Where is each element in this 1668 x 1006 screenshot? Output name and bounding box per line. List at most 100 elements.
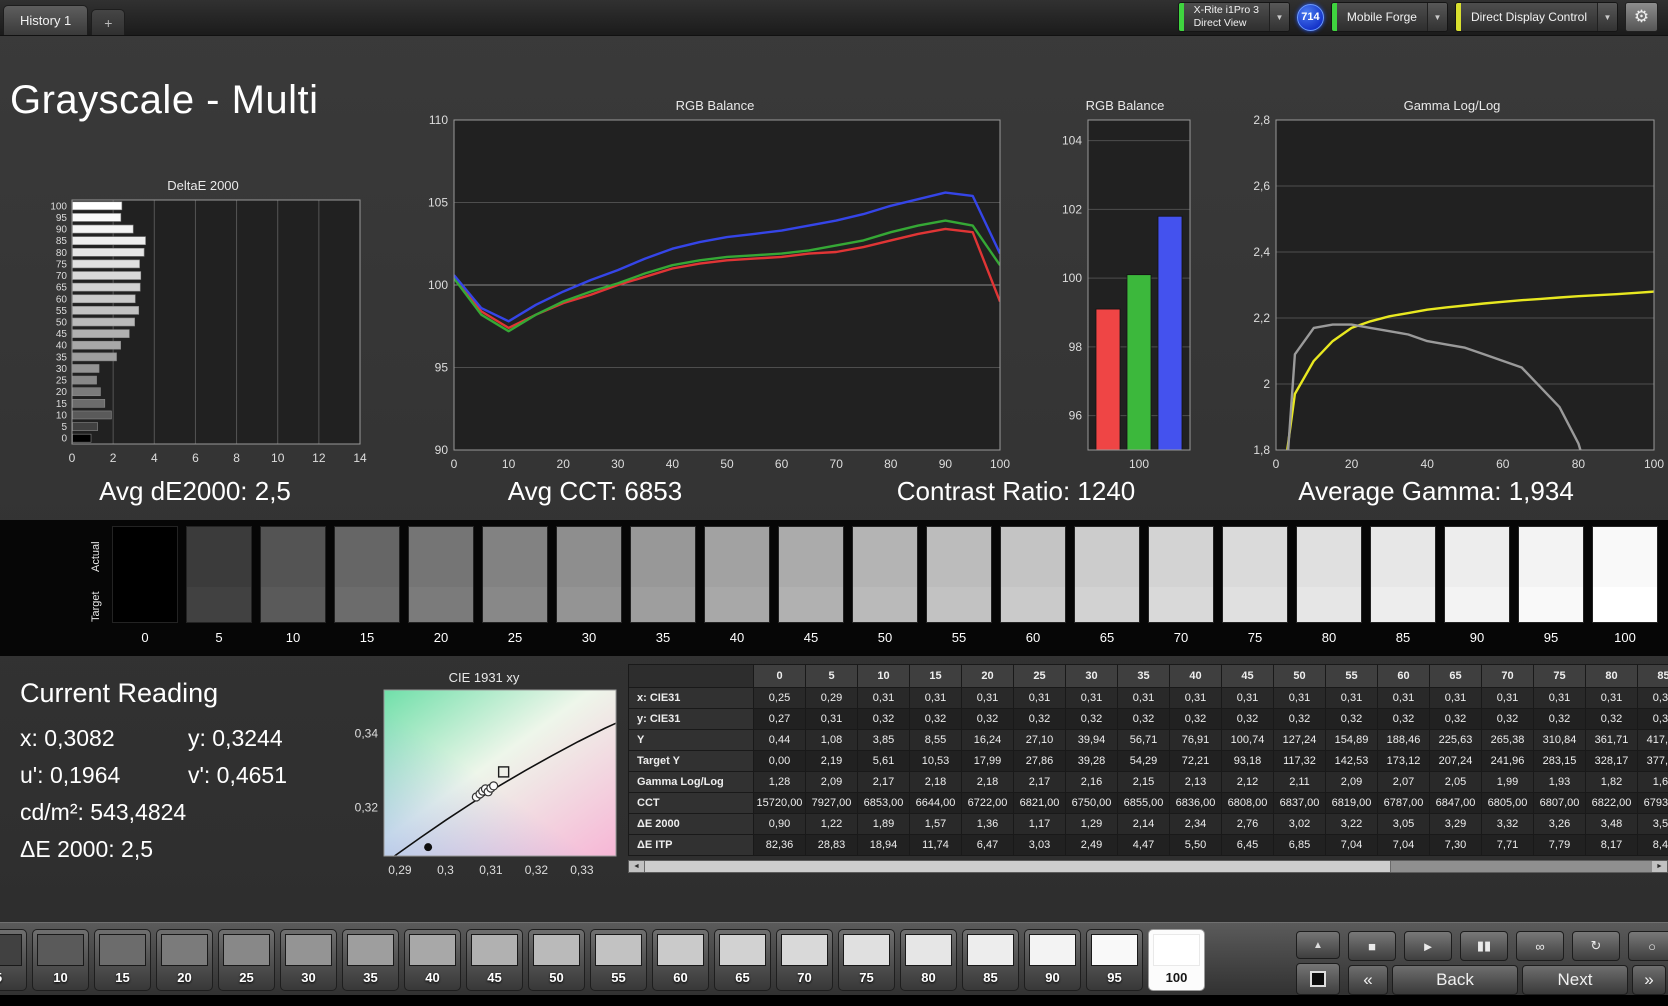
scroll-left-button[interactable]: ◄ (629, 861, 644, 872)
cell: 6853,00 (857, 792, 910, 814)
cell: 3,05 (1377, 813, 1430, 835)
swatch-target-5 (187, 587, 251, 622)
stop-button[interactable]: ■ (1348, 931, 1396, 961)
display-dropdown[interactable]: ▼ (1597, 3, 1617, 31)
cell: 5,50 (1169, 834, 1222, 856)
table-horizontal-scrollbar[interactable]: ◄ ► (628, 860, 1668, 873)
level-button-95[interactable]: 95 (1086, 929, 1143, 991)
scroll-left-icon: ◄ (633, 863, 640, 870)
level-button-55[interactable]: 55 (590, 929, 647, 991)
cell: 310,84 (1533, 729, 1586, 751)
cell: 2,12 (1221, 771, 1274, 793)
continuous-button[interactable]: ∞ (1516, 931, 1564, 961)
svg-text:20: 20 (1345, 457, 1359, 471)
stat-contrast-ratio: Contrast Ratio: 1240 (896, 476, 1136, 506)
level-label: 100 (1165, 970, 1188, 985)
cell: 2,16 (1065, 771, 1118, 793)
source-dropdown[interactable]: ▼ (1426, 3, 1447, 31)
level-button-20[interactable]: 20 (156, 929, 213, 991)
settings-button[interactable]: ⚙ (1625, 2, 1658, 32)
cell: 0,32 (909, 708, 962, 730)
source-selector[interactable]: Mobile Forge ▼ (1330, 2, 1448, 32)
cell: 6,47 (961, 834, 1014, 856)
swatch-target-70 (1149, 587, 1213, 622)
cell: 0,32 (1377, 708, 1430, 730)
level-button-40[interactable]: 40 (404, 929, 461, 991)
pause-button[interactable]: ▮▮ (1460, 931, 1508, 961)
level-button-50[interactable]: 50 (528, 929, 585, 991)
cie-chart: 0,34 0,32 0,29 0,3 0,31 0,32 0,33 (355, 689, 617, 877)
play-button[interactable]: ► (1404, 931, 1452, 961)
deltae-bar-0 (72, 433, 92, 443)
reading-value: x: 0,3082 (20, 725, 115, 751)
pattern-up-button[interactable]: ▲ (1296, 931, 1340, 959)
reading-row-3: ΔE 2000: 2,5 (20, 836, 350, 863)
cell: 2,14 (1117, 813, 1170, 835)
level-button-80[interactable]: 80 (900, 929, 957, 991)
chevron-down-icon: ▼ (1433, 12, 1442, 22)
swatch-target-85 (1371, 587, 1435, 622)
meter-count-badge: 714 (1296, 3, 1324, 31)
level-button-70[interactable]: 70 (776, 929, 833, 991)
jump-back-button[interactable]: « (1348, 965, 1388, 995)
svg-text:10: 10 (271, 451, 285, 465)
level-button-15[interactable]: 15 (94, 929, 151, 991)
jump-next-button[interactable]: » (1632, 965, 1666, 995)
level-button-65[interactable]: 65 (714, 929, 771, 991)
scroll-right-button[interactable]: ► (1652, 861, 1667, 872)
swatch-50 (852, 526, 918, 623)
loop-button[interactable]: ↻ (1572, 931, 1620, 961)
capture-button[interactable]: ○ (1628, 931, 1668, 961)
level-button-90[interactable]: 90 (1024, 929, 1081, 991)
pattern-window-button[interactable] (1296, 963, 1340, 995)
level-swatch-50 (533, 934, 580, 966)
level-label: 60 (673, 970, 688, 985)
meter-dropdown[interactable]: ▼ (1268, 3, 1289, 31)
svg-text:95: 95 (435, 361, 449, 375)
level-swatch-25 (223, 934, 270, 966)
scroll-track[interactable] (1391, 861, 1652, 872)
svg-text:12: 12 (312, 451, 326, 465)
meter-selector[interactable]: X-Rite i1Pro 3 Direct View ▼ (1177, 2, 1290, 32)
level-button-35[interactable]: 35 (342, 929, 399, 991)
deltae-bar-100 (72, 201, 123, 211)
svg-text:80: 80 (1572, 457, 1586, 471)
cell: 0,31 (1065, 687, 1118, 709)
back-button[interactable]: Back (1392, 965, 1518, 995)
cell: 1,99 (1481, 771, 1534, 793)
level-button-45[interactable]: 45 (466, 929, 523, 991)
measurements-table-wrap: 0510152025303540455055606570758085x: CIE… (628, 664, 1668, 873)
cell: 2,07 (1377, 771, 1430, 793)
level-button-25[interactable]: 25 (218, 929, 275, 991)
deltae-chart-svg-mount: 0 2 4 6 8 10 12 14 0 5 10 15 20 25 30 35 40 45 50 55 60 65 70 7… (38, 194, 368, 475)
column-header-50: 50 (1273, 664, 1326, 688)
rgb-balance-bars-title: RGB Balance (1085, 98, 1165, 113)
display-control-selector[interactable]: Direct Display Control ▼ (1454, 2, 1618, 32)
add-tab-button[interactable]: + (91, 9, 126, 35)
level-button-5[interactable]: 5 (0, 929, 27, 991)
level-button-10[interactable]: 10 (32, 929, 89, 991)
deltae-bar-20 (72, 387, 101, 397)
deltae-bar-15 (72, 399, 106, 408)
level-button-30[interactable]: 30 (280, 929, 337, 991)
level-swatch-10 (37, 934, 84, 966)
level-button-75[interactable]: 75 (838, 929, 895, 991)
svg-text:60: 60 (1496, 457, 1510, 471)
up-arrow-icon: ▲ (1313, 939, 1323, 951)
level-label: 85 (983, 970, 998, 985)
level-swatch-65 (719, 934, 766, 966)
cell: 2,18 (909, 771, 962, 793)
level-button-85[interactable]: 85 (962, 929, 1019, 991)
cell: 5,61 (857, 750, 910, 772)
svg-text:65: 65 (56, 283, 68, 294)
tab-history-1[interactable]: History 1 (3, 5, 89, 35)
grayscale-swatch-strip: Actual Target 0 5 10 15 20 25 30 35 40 45 50 55 60 65… (0, 520, 1668, 656)
next-button[interactable]: Next (1522, 965, 1628, 995)
level-swatch-95 (1091, 934, 1138, 966)
page-title: Grayscale - Multi (10, 78, 319, 122)
swatch-target-10 (261, 587, 325, 622)
cell: 17,99 (961, 750, 1014, 772)
scroll-thumb[interactable] (644, 861, 1392, 872)
level-button-100[interactable]: 100 (1148, 929, 1205, 991)
level-button-60[interactable]: 60 (652, 929, 709, 991)
